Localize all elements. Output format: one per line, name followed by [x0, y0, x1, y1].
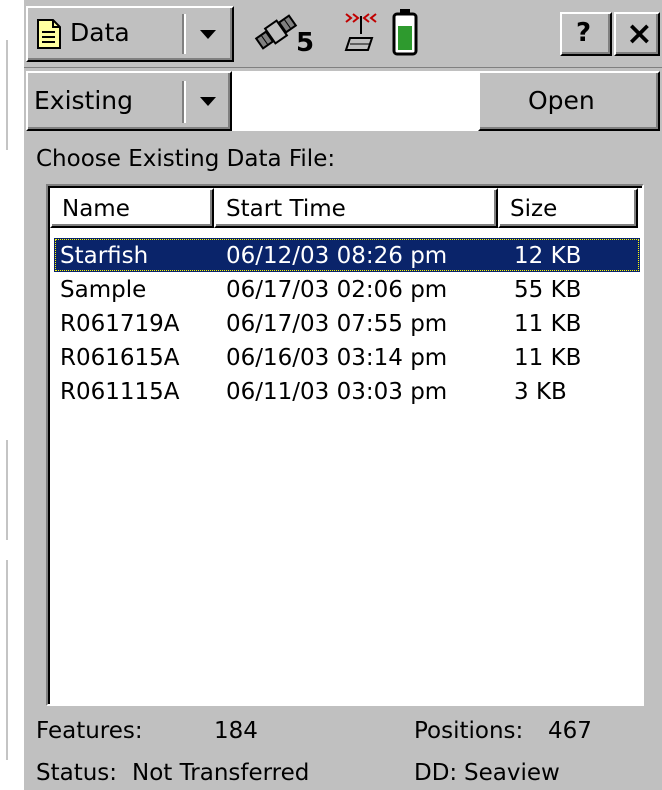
column-header-start-time[interactable]: Start Time	[214, 188, 498, 228]
row-name: R061615A	[60, 345, 180, 371]
mode-dropdown[interactable]: Existing	[26, 71, 232, 131]
row-size: 11 KB	[514, 311, 582, 337]
row-start-time: 06/17/03 02:06 pm	[226, 277, 448, 303]
table-row[interactable]: R061615A 06/16/03 03:14 pm 11 KB	[54, 340, 640, 374]
status-value: Not Transferred	[132, 760, 310, 786]
row-name: R061719A	[60, 311, 180, 337]
left-margin-tick	[6, 40, 8, 150]
status-label: Status:	[36, 760, 118, 786]
table-row[interactable]: R061115A 06/11/03 03:03 pm 3 KB	[54, 374, 640, 408]
column-header-name[interactable]: Name	[50, 188, 214, 228]
help-label: ?	[576, 18, 592, 48]
menu-divider	[182, 14, 186, 54]
dropdown-arrow-icon	[200, 30, 216, 39]
row-size: 3 KB	[514, 379, 567, 405]
left-margin	[0, 0, 24, 790]
positions-value: 467	[548, 718, 592, 744]
close-icon: ×	[626, 14, 653, 52]
row-start-time: 06/17/03 07:55 pm	[226, 311, 448, 337]
open-button[interactable]: Open	[478, 71, 660, 131]
column-header-size[interactable]: Size	[498, 188, 638, 228]
dd-value: Seaview	[464, 760, 560, 786]
satellite-count: 5	[296, 28, 315, 58]
row-name: R061115A	[60, 379, 180, 405]
left-margin-tick	[6, 560, 8, 760]
row-start-time: 06/12/03 08:26 pm	[226, 243, 448, 269]
table-row[interactable]: Sample 06/17/03 02:06 pm 55 KB	[54, 272, 640, 306]
row-size: 55 KB	[514, 277, 582, 303]
top-toolbar: Data 5 ? ×	[24, 0, 662, 68]
column-header-size-label: Size	[510, 196, 558, 222]
filename-field[interactable]	[232, 71, 478, 131]
data-menu-button[interactable]: Data	[26, 6, 234, 62]
antenna-icon	[342, 8, 380, 54]
table-row[interactable]: Starfish 06/12/03 08:26 pm 12 KB	[54, 238, 640, 272]
column-header-start-time-label: Start Time	[226, 196, 346, 222]
close-button[interactable]: ×	[614, 12, 660, 56]
battery-icon	[392, 8, 418, 56]
file-list[interactable]: Name Start Time Size Starfish 06/12/03 0…	[46, 184, 644, 706]
dropdown-divider	[182, 81, 186, 123]
left-margin-tick	[6, 440, 8, 540]
data-menu-label: Data	[70, 18, 130, 47]
row-name: Starfish	[60, 243, 149, 269]
mode-bar: Existing Open	[24, 69, 662, 135]
row-start-time: 06/11/03 03:03 pm	[226, 379, 448, 405]
file-list-header: Name Start Time Size	[50, 188, 640, 230]
dd-label: DD:	[414, 760, 458, 786]
app-window: Data 5 ? × Existing Open Choose Existing…	[24, 0, 662, 790]
help-button[interactable]: ?	[560, 12, 612, 56]
column-header-name-label: Name	[62, 196, 130, 222]
dropdown-arrow-icon	[200, 97, 216, 106]
document-icon	[36, 18, 62, 50]
row-size: 12 KB	[514, 243, 582, 269]
open-button-label: Open	[528, 86, 595, 115]
row-start-time: 06/16/03 03:14 pm	[226, 345, 448, 371]
table-row[interactable]: R061719A 06/17/03 07:55 pm 11 KB	[54, 306, 640, 340]
mode-dropdown-value: Existing	[34, 86, 134, 115]
features-label: Features:	[36, 718, 143, 744]
features-value: 184	[214, 718, 258, 744]
row-name: Sample	[60, 277, 147, 303]
positions-label: Positions:	[414, 718, 524, 744]
row-size: 11 KB	[514, 345, 582, 371]
satellite-icon	[254, 10, 298, 54]
choose-file-label: Choose Existing Data File:	[36, 146, 336, 172]
